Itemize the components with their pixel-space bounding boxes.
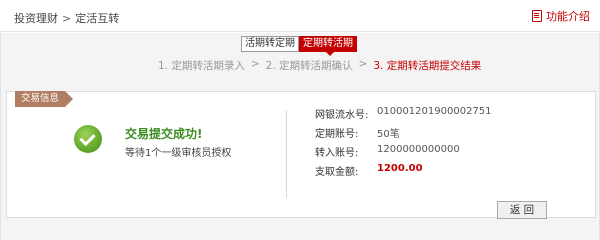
detail-key: 定期账号: [315,129,359,140]
divider [286,110,287,198]
step-arrow: > [358,58,368,70]
detail-row: 定期账号: 50笔 [315,125,492,144]
step-indicator: 1. 定期转活期录入 > 2. 定期转活期确认 > 3. 定期转活期提交结果 [158,58,481,73]
step-3: 3. 定期转活期提交结果 [373,60,482,72]
detail-value: 010001201900002751 [377,106,492,117]
detail-value: 50笔 [377,129,400,140]
step-1: 1. 定期转活期录入 [158,60,245,72]
breadcrumb-parent[interactable]: 投资理财 [14,12,58,25]
detail-row: 转入账号: 1200000000000 [315,144,492,163]
success-title: 交易提交成功! [125,127,203,141]
check-icon [74,125,102,153]
tab-group: 活期转定期 定期转活期 [241,36,357,56]
detail-key: 支取金额: [315,167,359,178]
panel-label: 交易信息 [15,91,73,107]
transaction-details: 网银流水号: 010001201900002751 定期账号: 50笔 转入账号… [315,106,492,182]
amount-value: 1200.00 [377,163,423,174]
tab-current-to-fixed[interactable]: 活期转定期 [241,36,299,52]
detail-key: 网银流水号: [315,110,369,121]
detail-row: 支取金额: 1200.00 [315,163,492,182]
breadcrumb-separator: > [62,12,72,25]
transaction-panel: 交易信息 交易提交成功! 等待1个一级审核员授权 网银流水号: 01000120… [6,91,596,218]
tab-fixed-to-current[interactable]: 定期转活期 [299,36,357,56]
wait-text: 等待1个一级审核员授权 [125,148,232,159]
detail-key: 转入账号: [315,148,359,159]
top-bar: 投资理财 > 定活互转 功能介绍 [0,0,600,32]
breadcrumb-current: 定活互转 [75,12,120,25]
step-arrow: > [250,58,260,70]
back-button[interactable]: 返 回 [497,201,547,219]
book-icon [532,10,542,22]
detail-value: 1200000000000 [377,144,460,155]
detail-row: 网银流水号: 010001201900002751 [315,106,492,125]
help-label: 功能介绍 [546,10,590,23]
step-2: 2. 定期转活期确认 [265,60,353,72]
breadcrumb: 投资理财 > 定活互转 [14,10,119,26]
help-link[interactable]: 功能介绍 [532,8,590,24]
